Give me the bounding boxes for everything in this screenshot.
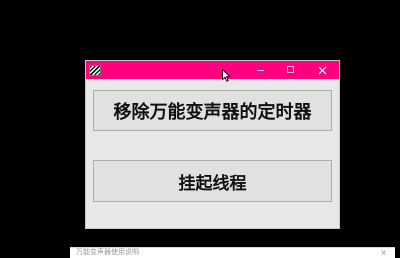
minimize-button[interactable] (246, 61, 276, 79)
mouse-cursor-icon (222, 67, 231, 86)
maximize-button[interactable] (276, 61, 306, 79)
close-icon (318, 66, 327, 75)
app-icon (89, 65, 101, 76)
remove-timer-button[interactable]: 移除万能变声器的定时器 (93, 90, 332, 131)
background-window-title: 万能变声器使用说明 (76, 248, 139, 256)
minimize-icon (257, 70, 264, 71)
close-button[interactable] (308, 61, 338, 79)
background-window-strip: 万能变声器使用说明 × (70, 247, 395, 258)
maximize-icon (287, 66, 294, 73)
background-close-icon[interactable]: × (380, 248, 387, 257)
titlebar[interactable] (86, 61, 339, 82)
app-window: 移除万能变声器的定时器 挂起线程 (86, 61, 339, 228)
suspend-thread-button[interactable]: 挂起线程 (93, 160, 332, 202)
